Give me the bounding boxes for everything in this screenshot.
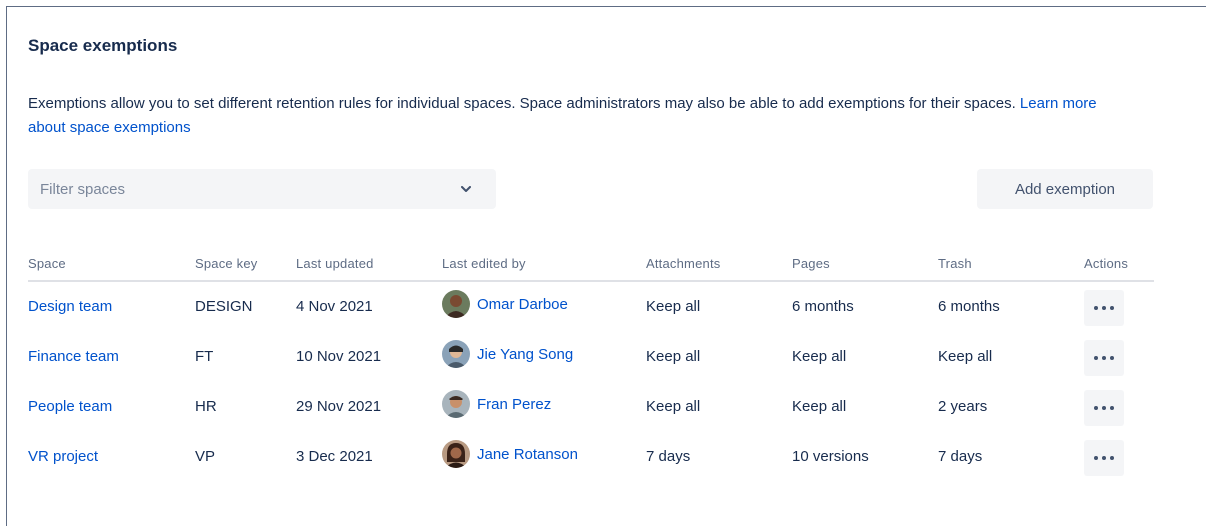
- pages-value: 10 versions: [792, 448, 869, 465]
- description: Exemptions allow you to set different re…: [28, 92, 1138, 140]
- chevron-down-icon: [458, 181, 474, 197]
- exemptions-table: Space Space key Last updated Last edited…: [28, 250, 1154, 482]
- trash-value: 7 days: [938, 448, 983, 465]
- space-key: VP: [195, 448, 216, 465]
- space-key: FT: [195, 348, 214, 365]
- add-exemption-button[interactable]: Add exemption: [977, 169, 1153, 209]
- dot-icon: [1110, 456, 1114, 460]
- space-link[interactable]: Finance team: [28, 348, 119, 365]
- table-row: People team HR 29 Nov 2021 Fran Perez Ke…: [28, 382, 1154, 432]
- pages-value: Keep all: [792, 398, 847, 415]
- header-attachments[interactable]: Attachments: [646, 256, 720, 271]
- attachments-value: 7 days: [646, 448, 691, 465]
- trash-value: 6 months: [938, 298, 1000, 315]
- last-updated: 4 Nov 2021: [296, 298, 373, 315]
- dot-icon: [1102, 306, 1106, 310]
- more-actions-button[interactable]: [1084, 340, 1124, 376]
- table-row: Finance team FT 10 Nov 2021 Jie Yang Son…: [28, 332, 1154, 382]
- page-title: Space exemptions: [28, 36, 178, 55]
- pages-value: Keep all: [792, 348, 847, 365]
- description-text: Exemptions allow you to set different re…: [28, 95, 1020, 112]
- last-edited-by: Jie Yang Song: [442, 340, 573, 368]
- trash-value: Keep all: [938, 348, 993, 365]
- table-row: Design team DESIGN 4 Nov 2021 Omar Darbo…: [28, 282, 1154, 332]
- header-last-updated[interactable]: Last updated: [296, 256, 374, 271]
- header-space-key[interactable]: Space key: [195, 256, 258, 271]
- last-edited-by: Fran Perez: [442, 390, 551, 418]
- user-link[interactable]: Omar Darboe: [477, 296, 568, 313]
- more-actions-button[interactable]: [1084, 440, 1124, 476]
- dot-icon: [1102, 356, 1106, 360]
- avatar: [442, 390, 470, 418]
- more-actions-button[interactable]: [1084, 390, 1124, 426]
- attachments-value: Keep all: [646, 348, 701, 365]
- trash-value: 2 years: [938, 398, 988, 415]
- user-link[interactable]: Fran Perez: [477, 396, 551, 413]
- dot-icon: [1110, 406, 1114, 410]
- dot-icon: [1094, 306, 1098, 310]
- more-actions-button[interactable]: [1084, 290, 1124, 326]
- dot-icon: [1094, 356, 1098, 360]
- last-updated: 29 Nov 2021: [296, 398, 382, 415]
- space-key: DESIGN: [195, 298, 253, 315]
- header-pages[interactable]: Pages: [792, 256, 830, 271]
- space-link[interactable]: People team: [28, 398, 112, 415]
- header-trash[interactable]: Trash: [938, 256, 972, 271]
- dot-icon: [1110, 356, 1114, 360]
- dot-icon: [1102, 406, 1106, 410]
- filter-spaces-select[interactable]: Filter spaces: [28, 169, 496, 209]
- user-link[interactable]: Jane Rotanson: [477, 446, 578, 463]
- avatar: [442, 340, 470, 368]
- filter-placeholder: Filter spaces: [40, 180, 126, 198]
- avatar: [442, 440, 470, 468]
- header-actions: Actions: [1084, 256, 1129, 271]
- pages-value: 6 months: [792, 298, 854, 315]
- last-updated: 10 Nov 2021: [296, 348, 382, 365]
- attachments-value: Keep all: [646, 398, 701, 415]
- space-link[interactable]: VR project: [28, 448, 98, 465]
- last-edited-by: Jane Rotanson: [442, 440, 578, 468]
- dot-icon: [1094, 406, 1098, 410]
- dot-icon: [1102, 456, 1106, 460]
- header-last-edited-by[interactable]: Last edited by: [442, 256, 526, 271]
- space-link[interactable]: Design team: [28, 298, 112, 315]
- dot-icon: [1094, 456, 1098, 460]
- dot-icon: [1110, 306, 1114, 310]
- attachments-value: Keep all: [646, 298, 701, 315]
- user-link[interactable]: Jie Yang Song: [477, 346, 573, 363]
- last-edited-by: Omar Darboe: [442, 290, 568, 318]
- space-key: HR: [195, 398, 217, 415]
- header-space[interactable]: Space: [28, 256, 66, 271]
- table-row: VR project VP 3 Dec 2021 Jane Rotanson 7…: [28, 432, 1154, 482]
- table-header: Space Space key Last updated Last edited…: [28, 250, 1154, 282]
- last-updated: 3 Dec 2021: [296, 448, 373, 465]
- avatar: [442, 290, 470, 318]
